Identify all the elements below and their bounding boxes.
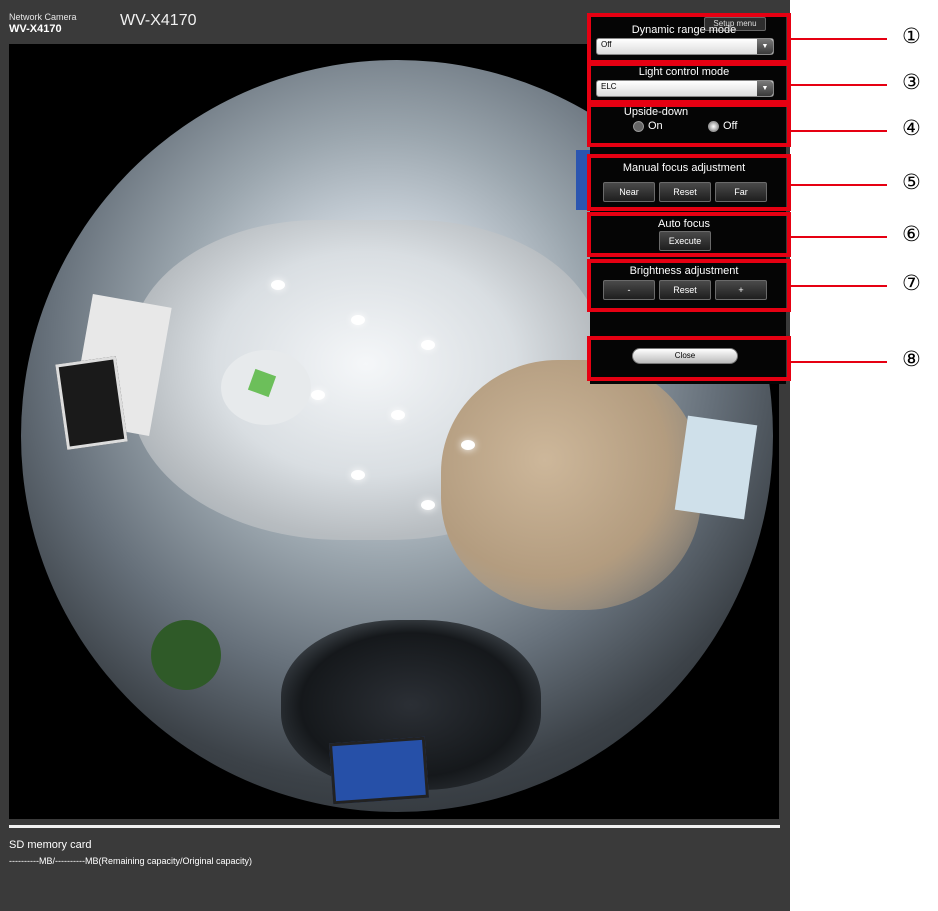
annotation-frame-6 <box>587 212 791 257</box>
divider <box>9 825 780 828</box>
sd-card-capacity: ----------MB/----------MB(Remaining capa… <box>9 856 253 866</box>
annotation-frame-7 <box>587 259 791 312</box>
ceiling-light <box>461 440 475 450</box>
annotation-frame-4 <box>587 103 791 147</box>
wood-floor-area <box>441 360 701 610</box>
leader-line <box>791 130 887 132</box>
annotation-frame-1 <box>587 13 791 64</box>
callout-1: ① <box>902 24 921 48</box>
page-title: WV-X4170 <box>120 12 197 29</box>
annotation-frame-8 <box>587 336 791 381</box>
plant <box>151 620 221 690</box>
ceiling-light <box>421 500 435 510</box>
sd-card-title: SD memory card <box>9 839 92 851</box>
annotation-frame-3 <box>587 62 791 104</box>
wall-poster <box>674 415 758 520</box>
annotation-frame-5 <box>587 154 791 211</box>
ceiling-light <box>311 390 325 400</box>
ceiling-light <box>351 315 365 325</box>
callout-6: ⑥ <box>902 222 921 246</box>
callout-3: ③ <box>902 70 921 94</box>
callout-8: ⑧ <box>902 347 921 371</box>
leader-line <box>791 285 887 287</box>
brand-label: Network Camera <box>9 12 77 22</box>
monitor <box>55 356 128 450</box>
leader-line <box>791 236 887 238</box>
ceiling-light <box>421 340 435 350</box>
ceiling-light <box>271 280 285 290</box>
leader-line <box>791 184 887 186</box>
callout-5: ⑤ <box>902 170 921 194</box>
leader-line <box>791 38 887 40</box>
ceiling-light <box>351 470 365 480</box>
callout-7: ⑦ <box>902 271 921 295</box>
leader-line <box>791 84 887 86</box>
brand-model: WV-X4170 <box>9 23 62 35</box>
ceiling-light <box>391 410 405 420</box>
display-screen <box>328 736 430 805</box>
callout-4: ④ <box>902 116 921 140</box>
leader-line <box>791 361 887 363</box>
